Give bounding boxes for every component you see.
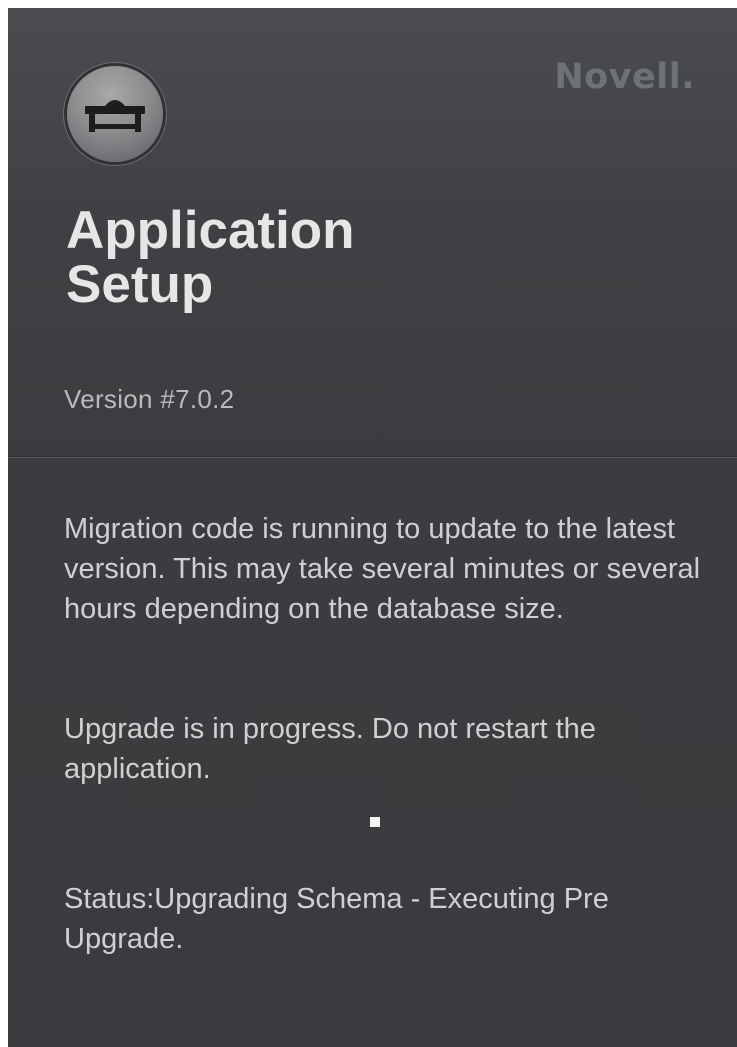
title-line-2: Setup <box>66 255 214 314</box>
progress-indicator <box>370 817 380 827</box>
setup-header: Novell. Application Setup Version #7.0.2 <box>8 8 737 456</box>
header-divider <box>8 456 737 458</box>
computer-desk-icon <box>67 66 163 162</box>
page-title: Application Setup <box>66 204 355 312</box>
upgrade-warning: Upgrade is in progress. Do not restart t… <box>64 713 596 785</box>
title-line-1: Application <box>66 201 355 260</box>
status-message: Status:Upgrading Schema - Executing Pre … <box>64 883 609 955</box>
setup-panel: Novell. Application Setup Version #7.0.2… <box>8 8 737 1047</box>
migration-message: Migration code is running to update to t… <box>64 513 701 625</box>
novell-logo: Novell. <box>554 57 695 97</box>
version-label: Version #7.0.2 <box>64 384 235 414</box>
